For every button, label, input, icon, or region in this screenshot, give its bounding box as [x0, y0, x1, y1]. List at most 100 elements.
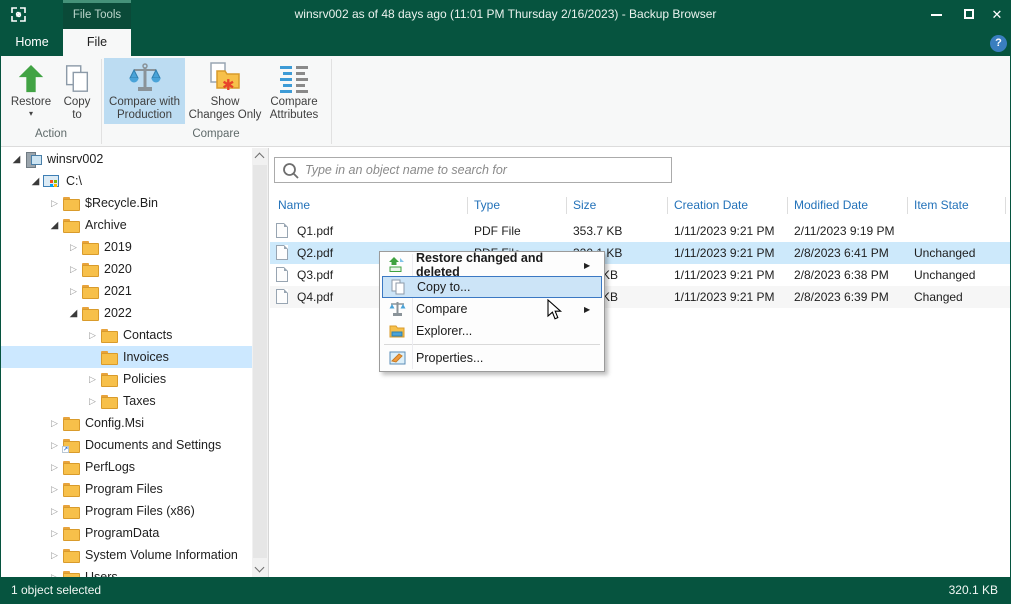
- minimize-button[interactable]: [921, 0, 951, 29]
- column-header-modified-date[interactable]: Modified Date: [794, 198, 868, 212]
- tree-item-contacts[interactable]: ▷Contacts: [1, 324, 252, 346]
- tree-item-config-msi[interactable]: ▷ Config.Msi: [1, 412, 252, 434]
- help-button[interactable]: ?: [990, 35, 1007, 52]
- scroll-down-icon[interactable]: [255, 563, 265, 573]
- cell-modified: 2/8/2023 6:41 PM: [794, 246, 889, 260]
- tree-item-program-files-x86[interactable]: ▷Program Files (x86): [1, 500, 252, 522]
- file-icon: [276, 289, 288, 304]
- compare-with-production-button[interactable]: Compare with Production: [104, 58, 185, 124]
- folder-icon: [81, 262, 98, 276]
- tree-item-archive[interactable]: ◢Archive: [1, 214, 252, 236]
- expander-collapsed-icon[interactable]: ▷: [47, 528, 62, 539]
- expander-collapsed-icon[interactable]: ▷: [85, 330, 100, 341]
- folder-icon: [100, 350, 117, 364]
- expander-collapsed-icon[interactable]: ▷: [66, 286, 81, 297]
- mouse-cursor: [547, 299, 563, 321]
- expander-expanded-icon[interactable]: ◢: [9, 154, 24, 165]
- cell-name: Q3.pdf: [297, 268, 333, 282]
- expander-collapsed-icon[interactable]: ▷: [85, 396, 100, 407]
- tree-item-policies[interactable]: ▷Policies: [1, 368, 252, 390]
- copy-to-button[interactable]: Copy to: [56, 58, 98, 124]
- menu-separator: [384, 344, 600, 345]
- tree-item-2020[interactable]: ▷2020: [1, 258, 252, 280]
- tree-item-2019[interactable]: ▷ 2019: [1, 236, 252, 258]
- tree-item-system-volume-information[interactable]: ▷System Volume Information: [1, 544, 252, 566]
- expander-collapsed-icon[interactable]: ▷: [47, 506, 62, 517]
- column-separator: [1005, 197, 1006, 214]
- tree-item-label: Users: [85, 570, 118, 577]
- minimize-icon: [931, 14, 942, 16]
- column-header-creation-date[interactable]: Creation Date: [674, 198, 748, 212]
- expander-collapsed-icon[interactable]: ▷: [66, 264, 81, 275]
- tree-item-taxes[interactable]: ▷Taxes: [1, 390, 252, 412]
- tree-item-label: Config.Msi: [85, 416, 144, 430]
- tree-item-label: 2019: [104, 240, 132, 254]
- tree-item-label: 2022: [104, 306, 132, 320]
- submenu-arrow-icon: ▶: [584, 305, 602, 314]
- menu-item-properties[interactable]: Properties...: [382, 347, 602, 369]
- expander-collapsed-icon[interactable]: ▷: [47, 484, 62, 495]
- scroll-up-icon[interactable]: [255, 153, 265, 163]
- server-icon: [24, 152, 41, 166]
- cell-name: Q2.pdf: [297, 246, 333, 260]
- status-total-size: 320.1 KB: [949, 577, 998, 604]
- file-row-q1-pdf[interactable]: Q1.pdfPDF File353.7 KB1/11/2023 9:21 PM2…: [270, 220, 1010, 242]
- folder-icon: [100, 372, 117, 386]
- tree-item-c[interactable]: ◢C:\: [1, 170, 252, 192]
- scrollbar-thumb[interactable]: [253, 165, 267, 558]
- tree-item-recycle-bin[interactable]: ▷$Recycle.Bin: [1, 192, 252, 214]
- expander-collapsed-icon[interactable]: ▷: [47, 198, 62, 209]
- expander-collapsed-icon[interactable]: ▷: [85, 374, 100, 385]
- show-changes-only-label-1: Show: [187, 96, 263, 109]
- tree-scrollbar[interactable]: [252, 148, 268, 577]
- tree-item-2022[interactable]: ◢ 2022: [1, 302, 252, 324]
- tree-item-programdata[interactable]: ▷ ProgramData: [1, 522, 252, 544]
- menu-item-explorer[interactable]: Explorer...: [382, 320, 602, 342]
- column-header-name[interactable]: Name: [278, 198, 310, 212]
- column-separator: [667, 197, 668, 214]
- tree-item-perflogs[interactable]: ▷PerfLogs: [1, 456, 252, 478]
- expander-collapsed-icon[interactable]: ▷: [66, 242, 81, 253]
- tree-item-winsrv002[interactable]: ◢winsrv002: [1, 148, 252, 170]
- expander-collapsed-icon[interactable]: ▷: [47, 418, 62, 429]
- tree-item-label: ProgramData: [85, 526, 159, 540]
- close-button[interactable]: ✕: [982, 0, 1011, 29]
- column-header-item-state[interactable]: Item State: [914, 198, 969, 212]
- cell-state: Changed: [914, 290, 963, 304]
- compare-attributes-button[interactable]: Compare Attributes: [263, 58, 325, 124]
- expander-expanded-icon[interactable]: ◢: [28, 176, 43, 187]
- ribbon: Restore ▾ Copy to: [1, 56, 1010, 147]
- expander-expanded-icon[interactable]: ◢: [47, 220, 62, 231]
- maximize-button[interactable]: [954, 0, 984, 29]
- search-input[interactable]: [305, 159, 667, 181]
- show-changes-only-button[interactable]: ✱ Show Changes Only: [187, 58, 263, 124]
- submenu-arrow-icon: ▶: [584, 261, 602, 270]
- column-header-type[interactable]: Type: [474, 198, 500, 212]
- contextual-tab-file-tools[interactable]: File Tools: [63, 0, 131, 29]
- restore-button[interactable]: Restore ▾: [7, 58, 55, 124]
- restore-icon: [7, 58, 55, 96]
- tree-item-invoices[interactable]: Invoices: [1, 346, 252, 368]
- cell-created: 1/11/2023 9:21 PM: [674, 224, 775, 238]
- svg-text:✱: ✱: [222, 76, 235, 94]
- tree-item-program-files[interactable]: ▷Program Files: [1, 478, 252, 500]
- tab-home[interactable]: Home: [1, 29, 63, 56]
- cell-size: 353.7 KB: [573, 224, 622, 238]
- show-changes-only-icon: ✱: [187, 58, 263, 96]
- tree-item-2021[interactable]: ▷2021: [1, 280, 252, 302]
- menu-item-compare[interactable]: Compare▶: [382, 298, 602, 320]
- search-box[interactable]: [274, 157, 672, 183]
- folder-icon: [100, 328, 117, 342]
- expander-expanded-icon[interactable]: ◢: [66, 308, 81, 319]
- menu-item-copy-to[interactable]: Copy to...: [382, 276, 602, 298]
- file-icon: [276, 245, 288, 260]
- expander-collapsed-icon[interactable]: ▷: [47, 550, 62, 561]
- expander-collapsed-icon[interactable]: ▷: [47, 462, 62, 473]
- tree-item-users[interactable]: ▷Users: [1, 566, 252, 577]
- expander-collapsed-icon[interactable]: ▷: [47, 440, 62, 451]
- tree-item-documents-and-settings[interactable]: ▷↗Documents and Settings: [1, 434, 252, 456]
- compare-attributes-icon: [263, 58, 325, 96]
- tab-file[interactable]: File: [63, 29, 131, 56]
- menu-item-restore-changed-and-deleted[interactable]: Restore changed and deleted▶: [382, 254, 602, 276]
- column-header-size[interactable]: Size: [573, 198, 596, 212]
